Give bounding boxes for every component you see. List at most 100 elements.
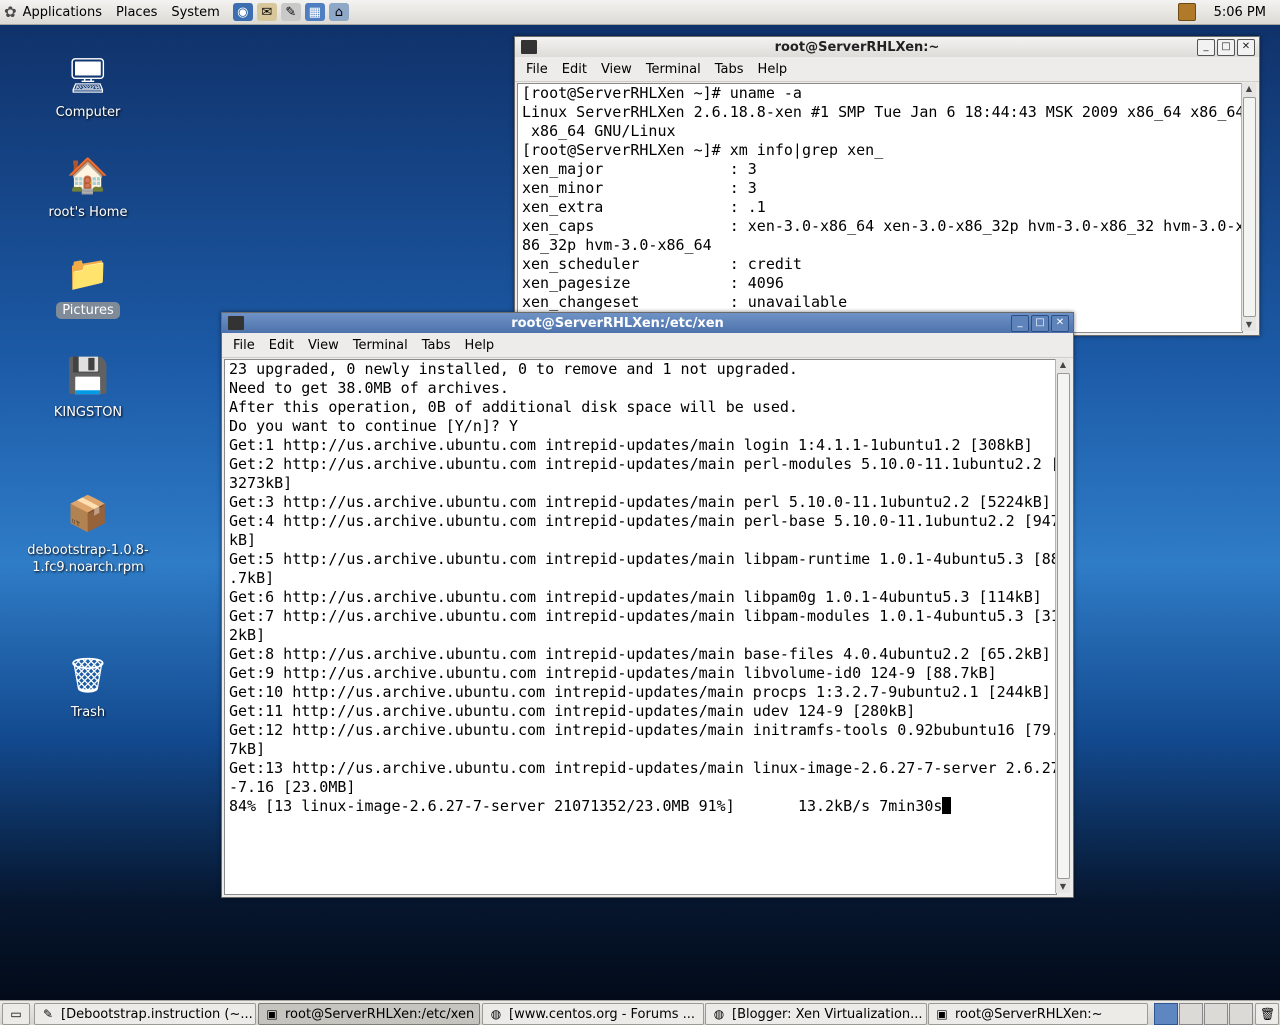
window-title: root@ServerRHLXen:~ [774,39,940,55]
firefox-icon: ◍ [490,1007,502,1021]
desktop-icon-computer[interactable]: 🖥 Computer [28,52,148,121]
desktop-icon-trash[interactable]: 🗑 Trash [28,652,148,721]
desktop-icon-home[interactable]: 🏠 root's Home [28,152,148,221]
menubar: File Edit View Terminal Tabs Help [515,57,1259,82]
minimize-button[interactable]: _ [1197,39,1215,56]
close-button[interactable]: ✕ [1237,39,1255,56]
terminal-line: Get:13 http://us.archive.ubuntu.com intr… [229,759,1057,777]
system-tray: 5:06 PM [1177,0,1280,24]
show-desktop-button[interactable]: ▭ [2,1003,30,1025]
menu-file[interactable]: File [226,338,262,353]
desktop-icon-kingston[interactable]: 💾 KINGSTON [28,352,148,421]
maximize-button[interactable]: □ [1217,39,1235,56]
workspace-4[interactable] [1229,1003,1253,1025]
clock[interactable]: 5:06 PM [1214,5,1280,20]
terminal-line: Get:2 http://us.archive.ubuntu.com intre… [229,455,1057,473]
text-editor-icon: ✎ [42,1007,54,1021]
desktop-icon-label: root's Home [48,205,128,220]
terminal-window-home[interactable]: root@ServerRHLXen:~ _ □ ✕ File Edit View… [514,36,1260,336]
scroll-thumb[interactable] [1243,97,1256,317]
text-cursor [942,797,952,814]
trash-icon: 🗑 [1260,1007,1276,1021]
minimize-button[interactable]: _ [1011,315,1029,332]
web-browser-icon[interactable]: ◉ [232,3,253,21]
terminal-line: xen_caps : xen-3.0-x86_64 xen-3.0-x86_32… [522,217,1243,235]
places-menu[interactable]: Places [109,5,164,20]
desktop-icon-label: KINGSTON [53,405,123,420]
terminal-line: Get:4 http://us.archive.ubuntu.com intre… [229,512,1057,530]
scroll-up-arrow[interactable]: ▲ [1242,83,1256,95]
taskbar-item-terminal-etc-xen[interactable]: ▣ root@ServerRHLXen:/etc/xen [258,1003,480,1025]
main-menu: ✿ Applications Places System [0,0,227,24]
terminal-window-etc-xen[interactable]: root@ServerRHLXen:/etc/xen _ □ ✕ File Ed… [221,312,1074,898]
terminal-scrollbar[interactable]: ▲ ▼ [1055,359,1070,893]
taskbar-item-blogger[interactable]: ◍ [Blogger: Xen Virtualization... [705,1003,927,1025]
menu-help[interactable]: Help [751,62,795,77]
menu-edit[interactable]: Edit [555,62,594,77]
trash-applet[interactable]: 🗑 [1255,1003,1279,1025]
terminal-output[interactable]: 23 upgraded, 0 newly installed, 0 to rem… [224,359,1057,895]
terminal-line: Get:3 http://us.archive.ubuntu.com intre… [229,493,1051,511]
desktop-icon-pictures[interactable]: 📁 Pictures [28,250,148,319]
taskbar-item-debootstrap[interactable]: ✎ [Debootstrap.instruction (~... [34,1003,256,1025]
menu-view[interactable]: View [594,62,639,77]
workspace-1[interactable] [1154,1003,1178,1025]
taskbar-item-terminal-home[interactable]: ▣ root@ServerRHLXen:~ [928,1003,1148,1025]
terminal-line: xen_changeset : unavailable [522,293,848,311]
menu-tabs[interactable]: Tabs [708,62,751,77]
workspace-2[interactable] [1179,1003,1203,1025]
menu-view[interactable]: View [301,338,346,353]
terminal-scrollbar[interactable]: ▲ ▼ [1241,83,1256,331]
text-editor-icon[interactable]: ✎ [280,3,301,21]
taskbar-item-centos-forums[interactable]: ◍ [www.centos.org - Forums ... [482,1003,704,1025]
maximize-button[interactable]: □ [1031,315,1049,332]
terminal-line: Get:6 http://us.archive.ubuntu.com intre… [229,588,1042,606]
update-notifier-icon[interactable] [1177,3,1196,21]
desktop-icon-debootstrap-rpm[interactable]: 📦 debootstrap-1.0.8-1.fc9.noarch.rpm [22,490,154,576]
workspace-3[interactable] [1204,1003,1228,1025]
menu-terminal[interactable]: Terminal [346,338,415,353]
close-button[interactable]: ✕ [1051,315,1069,332]
applications-menu[interactable]: ✿ Applications [0,3,109,21]
package-icon: 📦 [66,494,110,534]
scroll-down-arrow[interactable]: ▼ [1242,319,1256,331]
terminal-line: Get:12 http://us.archive.ubuntu.com intr… [229,721,1057,739]
menu-terminal[interactable]: Terminal [639,62,708,77]
applications-menu-label: Applications [22,4,102,20]
scroll-up-arrow[interactable]: ▲ [1056,359,1070,371]
terminal-line: 7kB] [229,740,266,758]
desktop-icon-label: debootstrap-1.0.8-1.fc9.noarch.rpm [27,543,149,575]
terminal-line: xen_major : 3 [522,160,757,178]
trash-icon: 🗑 [66,656,110,696]
terminal-line: 23 upgraded, 0 newly installed, 0 to rem… [229,360,798,378]
desktop-icon-label: Trash [70,705,106,720]
menu-tabs[interactable]: Tabs [415,338,458,353]
menu-help[interactable]: Help [458,338,502,353]
terminal-line: x86_64 GNU/Linux [522,122,676,140]
scroll-down-arrow[interactable]: ▼ [1056,881,1070,893]
terminal-line: Get:5 http://us.archive.ubuntu.com intre… [229,550,1057,568]
scroll-thumb[interactable] [1057,373,1070,879]
menu-file[interactable]: File [519,62,555,77]
home-folder-icon: 🏠 [66,156,110,196]
menubar: File Edit View Terminal Tabs Help [222,333,1073,358]
terminal-line: Do you want to continue [Y/n]? Y [229,417,518,435]
calendar-icon[interactable]: ▦ [304,3,325,21]
mail-icon[interactable]: ✉ [256,3,277,21]
menu-edit[interactable]: Edit [262,338,301,353]
titlebar[interactable]: root@ServerRHLXen:~ _ □ ✕ [515,37,1259,57]
network-icon[interactable]: ⌂ [328,3,349,21]
titlebar[interactable]: root@ServerRHLXen:/etc/xen _ □ ✕ [222,313,1073,333]
terminal-line: Get:10 http://us.archive.ubuntu.com intr… [229,683,1051,701]
terminal-line: Get:8 http://us.archive.ubuntu.com intre… [229,645,1051,663]
terminal-output[interactable]: [root@ServerRHLXen ~]# uname -a Linux Se… [517,83,1243,333]
window-title: root@ServerRHLXen:/etc/xen [511,315,724,331]
terminal-icon: ▣ [936,1007,948,1021]
terminal-line: .7kB] [229,569,275,587]
terminal-line: Linux ServerRHLXen 2.6.18.8-xen #1 SMP T… [522,103,1243,121]
terminal-line: Get:7 http://us.archive.ubuntu.com intre… [229,607,1057,625]
system-menu[interactable]: System [164,5,226,20]
terminal-line: kB] [229,531,257,549]
desktop-icon-label: Computer [55,105,121,120]
top-panel: ✿ Applications Places System ◉ ✉ ✎ ▦ ⌂ 5… [0,0,1280,25]
